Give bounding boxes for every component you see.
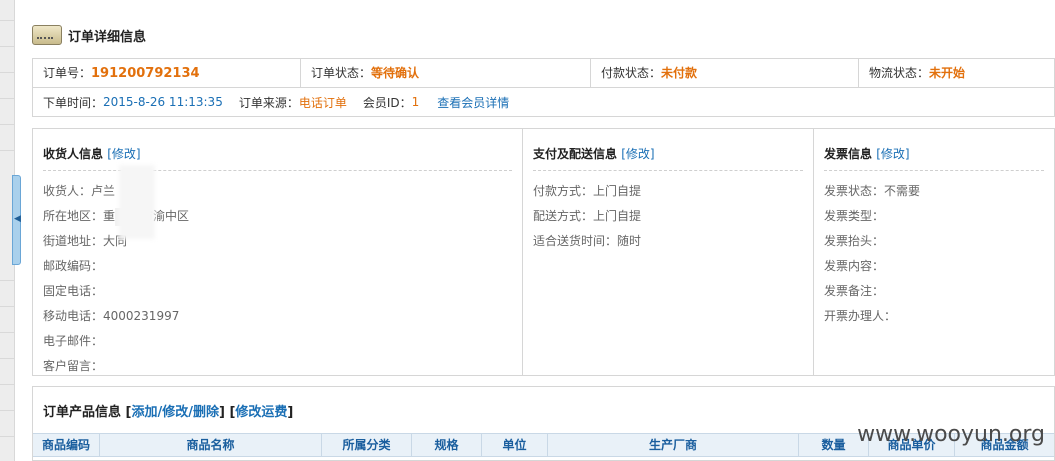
- invoice-type: 发票类型：: [824, 209, 885, 223]
- order-meta-row: 下单时间： 2015-8-26 11:13:35 订单来源： 电话订单 会员ID： 1…: [32, 87, 1055, 117]
- invoice-status: 发票状态：不需要: [824, 184, 921, 198]
- edit-delivery-link[interactable]: [修改]: [621, 147, 654, 161]
- sidebar-divider: [0, 124, 14, 125]
- delivery-info-heading: 支付及配送信息 [修改]: [533, 145, 803, 171]
- invoice-content: 发票内容：: [824, 259, 885, 273]
- order-time-value: 2015-8-26 11:13:35: [103, 95, 223, 109]
- sidebar-divider: [0, 72, 14, 73]
- sidebar-divider: [0, 332, 14, 333]
- column-header[interactable]: 规格: [412, 434, 482, 456]
- payment-status-value: 未付款: [661, 66, 698, 80]
- receiver-region: 所在地区：重 市渝中区: [43, 204, 512, 229]
- payment-status-cell: 付款状态：未付款: [591, 59, 859, 87]
- order-status-row: 订单号：191200792134 订单状态：等待确认 付款状态：未付款 物流状态…: [32, 58, 1055, 88]
- receiver-email: 电子邮件：: [43, 334, 104, 348]
- receiver-name: 收货人：卢兰: [43, 184, 116, 198]
- sidebar-divider: [0, 384, 14, 385]
- sidebar-divider: [0, 306, 14, 307]
- sidebar-divider: [0, 46, 14, 47]
- invoice-head: 发票抬头：: [824, 234, 885, 248]
- invoice-info-heading: 发票信息 [修改]: [824, 145, 1044, 171]
- view-member-details-link[interactable]: 查看会员详情: [437, 94, 509, 111]
- receiver-zip: 邮政编码：: [43, 259, 104, 273]
- receiver-region-text: 所在地区：重: [43, 209, 116, 223]
- payment-status-label: 付款状态：: [601, 66, 662, 80]
- edit-invoice-link[interactable]: [修改]: [876, 147, 909, 161]
- sidebar-divider: [0, 436, 14, 437]
- invoice-info-title: 发票信息: [824, 147, 873, 161]
- sidebar-collapse-handle[interactable]: ◀: [12, 175, 21, 265]
- chevron-left-icon: ◀: [14, 214, 21, 224]
- products-title: 订单产品信息: [43, 405, 122, 420]
- page-header: 订单详细信息: [32, 22, 146, 48]
- invoice-info-panel: 发票信息 [修改] 发票状态：不需要 发票类型： 发票抬头： 发票内容： 发票备…: [814, 129, 1054, 375]
- column-header[interactable]: 单位: [482, 434, 548, 456]
- edit-products-link[interactable]: 添加/修改/删除: [131, 405, 219, 420]
- column-header[interactable]: 所属分类: [322, 434, 412, 456]
- payment-method: 付款方式：上门自提: [533, 184, 642, 198]
- shipping-status-cell: 物流状态：未开始: [859, 59, 1054, 87]
- column-header[interactable]: 生产厂商: [548, 434, 799, 456]
- order-source-label: 订单来源：: [238, 95, 299, 110]
- watermark: www.wooyun.org: [857, 422, 1045, 447]
- order-status-value: 等待确认: [371, 66, 420, 80]
- invoice-note: 发票备注：: [824, 284, 885, 298]
- delivery-info-title: 支付及配送信息: [533, 147, 618, 161]
- order-number-cell: 订单号：191200792134: [33, 59, 301, 87]
- page-title: 订单详细信息: [68, 29, 147, 45]
- sidebar-divider: [0, 280, 14, 281]
- sidebar-divider: [0, 358, 14, 359]
- card-icon: [32, 25, 62, 45]
- receiver-message: 客户留言：: [43, 359, 104, 373]
- sidebar-divider: [0, 20, 14, 21]
- order-time-label: 下单时间：: [43, 95, 104, 110]
- info-panels: 收货人信息 [修改] 收货人：卢兰 所在地区：重 市渝中区 街道地址：大同 邮政编…: [32, 128, 1055, 376]
- receiver-info-title: 收货人信息: [43, 147, 104, 161]
- order-number-value: 191200792134: [91, 66, 200, 81]
- redacted-block: [119, 165, 155, 239]
- products-heading: 订单产品信息 [添加/修改/删除] [修改运费]: [43, 405, 294, 420]
- column-header[interactable]: 商品名称: [100, 434, 322, 456]
- shipping-status-value: 未开始: [929, 66, 966, 80]
- order-number-label: 订单号：: [43, 66, 92, 80]
- sidebar-divider: [0, 410, 14, 411]
- column-header[interactable]: 商品编码: [33, 434, 100, 456]
- receiver-street: 街道地址：大同: [43, 234, 128, 248]
- receiver-info-panel: 收货人信息 [修改] 收货人：卢兰 所在地区：重 市渝中区 街道地址：大同 邮政编…: [33, 129, 523, 375]
- order-status-cell: 订单状态：等待确认: [301, 59, 591, 87]
- shipping-method: 配送方式：上门自提: [533, 209, 642, 223]
- order-status-label: 订单状态：: [311, 66, 372, 80]
- order-source-value: 电话订单: [298, 95, 347, 110]
- receiver-info-heading: 收货人信息 [修改]: [43, 145, 512, 171]
- shipping-status-label: 物流状态：: [869, 66, 930, 80]
- delivery-info-panel: 支付及配送信息 [修改] 付款方式：上门自提 配送方式：上门自提 适合送货时间：…: [523, 129, 814, 375]
- member-id-value: 1: [411, 95, 420, 109]
- member-id-label: 会员ID：: [362, 95, 412, 110]
- invoice-handler: 开票办理人：: [824, 309, 897, 323]
- sidebar-divider: [0, 150, 14, 151]
- receiver-mobile: 移动电话：4000231997: [43, 309, 180, 323]
- edit-receiver-link[interactable]: [修改]: [107, 147, 140, 161]
- receiver-phone: 固定电话：: [43, 284, 104, 298]
- delivery-time: 适合送货时间：随时: [533, 234, 642, 248]
- edit-shipping-fee-link[interactable]: 修改运费: [235, 405, 287, 420]
- sidebar-divider: [0, 98, 14, 99]
